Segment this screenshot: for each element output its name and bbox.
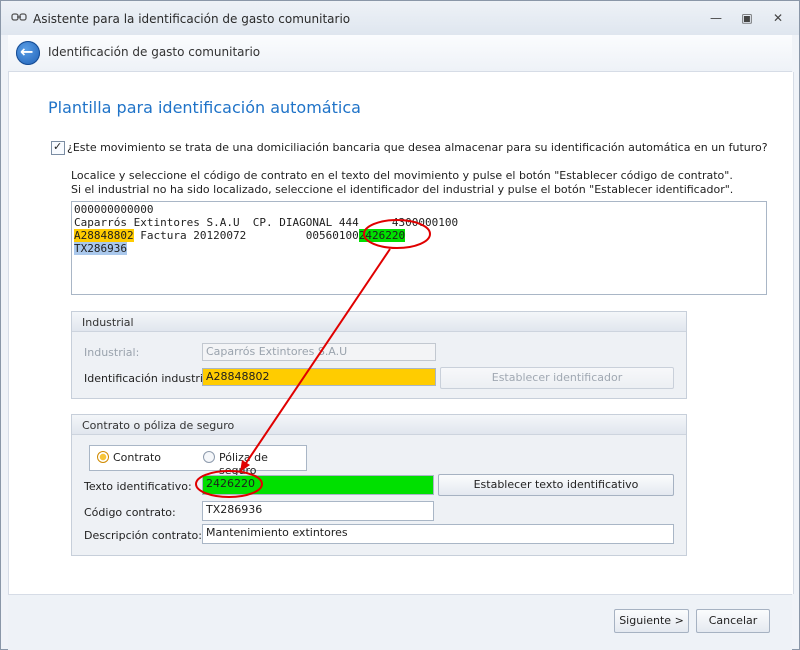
contract-type-radio-group: Contrato Póliza de seguro bbox=[89, 445, 307, 477]
movement-line-3-middle: Factura 20120072 00560100 bbox=[133, 229, 359, 242]
industrial-id-field[interactable]: A28848802 bbox=[202, 368, 436, 386]
industrial-group-header: Industrial bbox=[72, 312, 686, 332]
movement-text-box[interactable]: 000000000000 Caparrós Extintores S.A.U CP… bbox=[71, 201, 767, 295]
contract-code-field[interactable]: TX286936 bbox=[202, 501, 434, 521]
industrial-field: Caparrós Extintores S.A.U bbox=[202, 343, 436, 361]
window-title: Asistente para la identificación de gast… bbox=[33, 12, 351, 26]
industrial-id-label: Identificación industrial: bbox=[84, 372, 217, 385]
minimize-icon[interactable]: — bbox=[703, 9, 729, 27]
app-icon bbox=[11, 13, 27, 21]
maximize-icon[interactable]: ▣ bbox=[734, 9, 760, 27]
selected-industrial-id-text[interactable]: A28848802 bbox=[74, 229, 134, 242]
page-title: Plantilla para identificación automática bbox=[48, 98, 361, 117]
contract-group-header: Contrato o póliza de seguro bbox=[72, 415, 686, 435]
domiciliation-checkbox[interactable]: ✓ bbox=[51, 140, 65, 155]
instruction-line-1: Localice y seleccione el código de contr… bbox=[71, 169, 733, 182]
text-identifier-field[interactable]: 2426220 bbox=[202, 475, 434, 495]
cancel-button[interactable]: Cancelar bbox=[696, 609, 770, 633]
domiciliation-checkbox-label: ¿Este movimiento se trata de una domicil… bbox=[67, 141, 768, 154]
contract-description-label: Descripción contrato: bbox=[84, 529, 202, 542]
selected-contract-text[interactable]: TX286936 bbox=[74, 242, 127, 255]
instruction-line-2: Si el industrial no ha sido localizado, … bbox=[71, 183, 734, 196]
radio-contract-label: Contrato bbox=[113, 451, 162, 464]
wizard-content: Plantilla para identificación automática… bbox=[8, 72, 794, 594]
text-identifier-label: Texto identificativo: bbox=[84, 480, 192, 493]
wizard-header: ← Identificación de gasto comunitario bbox=[8, 35, 792, 72]
wizard-window: Asistente para la identificación de gast… bbox=[0, 0, 800, 650]
radio-contract[interactable] bbox=[97, 451, 109, 463]
set-text-identifier-button[interactable]: Establecer texto identificativo bbox=[438, 474, 674, 496]
contract-group: Contrato o póliza de seguro Contrato Pól… bbox=[71, 414, 687, 556]
movement-line-4: TX286936 bbox=[74, 242, 764, 255]
radio-policy[interactable] bbox=[203, 451, 215, 463]
next-button[interactable]: Siguiente > bbox=[614, 609, 689, 633]
instructions: Localice y seleccione el código de contr… bbox=[71, 169, 733, 197]
header-title: Identificación de gasto comunitario bbox=[48, 45, 261, 59]
industrial-group-title: Industrial bbox=[82, 316, 134, 329]
contract-group-title: Contrato o póliza de seguro bbox=[82, 419, 235, 432]
contract-description-field[interactable]: Mantenimiento extintores bbox=[202, 524, 674, 544]
industrial-group: Industrial Industrial: Caparrós Extintor… bbox=[71, 311, 687, 399]
wizard-footer: Siguiente > Cancelar bbox=[8, 594, 792, 650]
movement-line-1: 000000000000 bbox=[74, 203, 154, 216]
selected-identifier-text[interactable]: 2426220 bbox=[358, 229, 406, 242]
title-bar: Asistente para la identificación de gast… bbox=[1, 1, 799, 35]
movement-line-3: A28848802 Factura 20120072 0056010024262… bbox=[74, 229, 764, 242]
back-arrow-icon[interactable]: ← bbox=[16, 41, 40, 65]
radio-policy-label: Póliza de seguro bbox=[219, 451, 268, 477]
close-icon[interactable]: ✕ bbox=[765, 9, 791, 27]
industrial-label: Industrial: bbox=[84, 346, 140, 359]
movement-line-2: Caparrós Extintores S.A.U CP. DIAGONAL 4… bbox=[74, 216, 459, 229]
contract-code-label: Código contrato: bbox=[84, 506, 176, 519]
set-identifier-button[interactable]: Establecer identificador bbox=[440, 367, 674, 389]
check-icon: ✓ bbox=[53, 140, 63, 153]
